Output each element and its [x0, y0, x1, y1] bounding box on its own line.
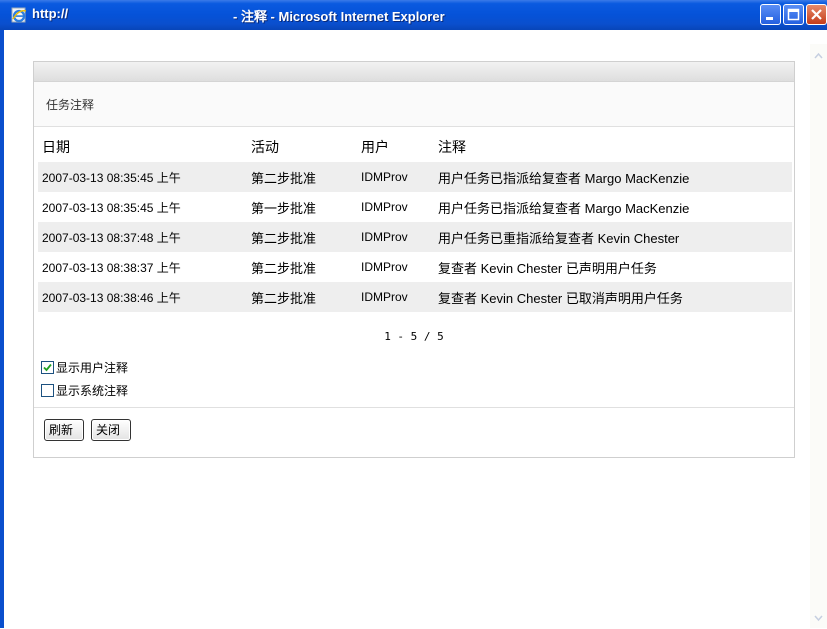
cell-comment: 复查者 Kevin Chester 已声明用户任务 [438, 260, 657, 276]
minimize-button[interactable] [760, 4, 781, 25]
refresh-button[interactable]: 刷新 [44, 419, 84, 441]
table-row: 2007-03-13 08:38:46 上午 第二步批准 IDMProv 复查者… [38, 282, 792, 312]
cell-user: IDMProv [357, 282, 434, 312]
cell-user: IDMProv [357, 162, 434, 192]
checkmark-icon [43, 363, 52, 372]
table-row: 2007-03-13 08:35:45 上午 第二步批准 IDMProv 用户任… [38, 162, 792, 192]
cell-date: 2007-03-13 08:35:45 上午 [38, 162, 247, 192]
scroll-down-arrow-icon[interactable] [812, 610, 825, 624]
cell-activity: 第一步批准 [251, 200, 317, 216]
panel-top-bar [34, 62, 794, 82]
divider [34, 407, 794, 408]
cell-date: 2007-03-13 08:35:45 上午 [42, 200, 181, 215]
cell-activity: 第二步批准 [251, 260, 317, 276]
column-header-comment: 注释 [438, 140, 466, 156]
table-row: 2007-03-13 08:38:37 上午 第二步批准 IDMProv 复查者… [38, 252, 792, 282]
window-frame-left [0, 30, 4, 628]
panel-header: 任务注释 [34, 82, 794, 127]
table-header-row: 日期 活动 用户 注释 [38, 132, 792, 162]
window-url: http:// [32, 6, 69, 21]
cell-date: 2007-03-13 08:38:46 上午 [38, 282, 247, 312]
internet-explorer-icon [11, 7, 27, 23]
show-user-comments-label: 显示用户注释 [56, 361, 129, 375]
table-row: 2007-03-13 08:35:45 上午 第一步批准 IDMProv 用户任… [38, 192, 792, 222]
show-system-comments-label: 显示系统注释 [56, 384, 129, 398]
show-user-comments-option[interactable]: 显示用户注释 [41, 359, 128, 375]
column-header-user: 用户 [361, 140, 389, 156]
panel-title: 任务注释 [46, 98, 95, 112]
cell-activity: 第二步批准 [247, 222, 357, 252]
maximize-icon [787, 8, 800, 21]
show-system-comments-checkbox[interactable] [41, 384, 54, 397]
vertical-scrollbar[interactable] [810, 44, 827, 628]
pagination-info: 1 - 5 / 5 [384, 330, 444, 343]
column-header-date: 日期 [42, 140, 70, 156]
show-system-comments-option[interactable]: 显示系统注释 [41, 382, 128, 398]
cell-date: 2007-03-13 08:38:37 上午 [42, 260, 181, 275]
show-user-comments-checkbox[interactable] [41, 361, 54, 374]
window-title: - 注释 - Microsoft Internet Explorer [233, 9, 445, 24]
scroll-up-arrow-icon[interactable] [812, 48, 825, 62]
comments-table: 日期 活动 用户 注释 2007-03-13 08:35:45 上午 第二步批准… [38, 132, 792, 312]
cell-comment: 复查者 Kevin Chester 已取消声明用户任务 [434, 282, 792, 312]
cell-date: 2007-03-13 08:37:48 上午 [38, 222, 247, 252]
cell-comment: 用户任务已重指派给复查者 Kevin Chester [434, 222, 792, 252]
close-button[interactable]: 关闭 [91, 419, 131, 441]
close-window-button[interactable] [806, 4, 827, 25]
cell-comment: 用户任务已指派给复查者 Margo MacKenzie [438, 200, 690, 216]
table-row: 2007-03-13 08:37:48 上午 第二步批准 IDMProv 用户任… [38, 222, 792, 252]
comments-panel: 任务注释 日期 活动 用户 注释 2007-03-13 08:35:45 上午 … [33, 61, 795, 458]
window-titlebar: http:// - 注释 - Microsoft Internet Explor… [0, 0, 827, 30]
maximize-button[interactable] [783, 4, 804, 25]
cell-activity: 第二步批准 [247, 282, 357, 312]
cell-user: IDMProv [361, 260, 408, 274]
cell-comment: 用户任务已指派给复查者 Margo MacKenzie [434, 162, 792, 192]
minimize-icon [766, 17, 773, 20]
cell-user: IDMProv [357, 222, 434, 252]
close-icon [811, 9, 822, 20]
cell-activity: 第二步批准 [247, 162, 357, 192]
column-header-activity: 活动 [251, 140, 279, 156]
cell-user: IDMProv [361, 200, 408, 214]
